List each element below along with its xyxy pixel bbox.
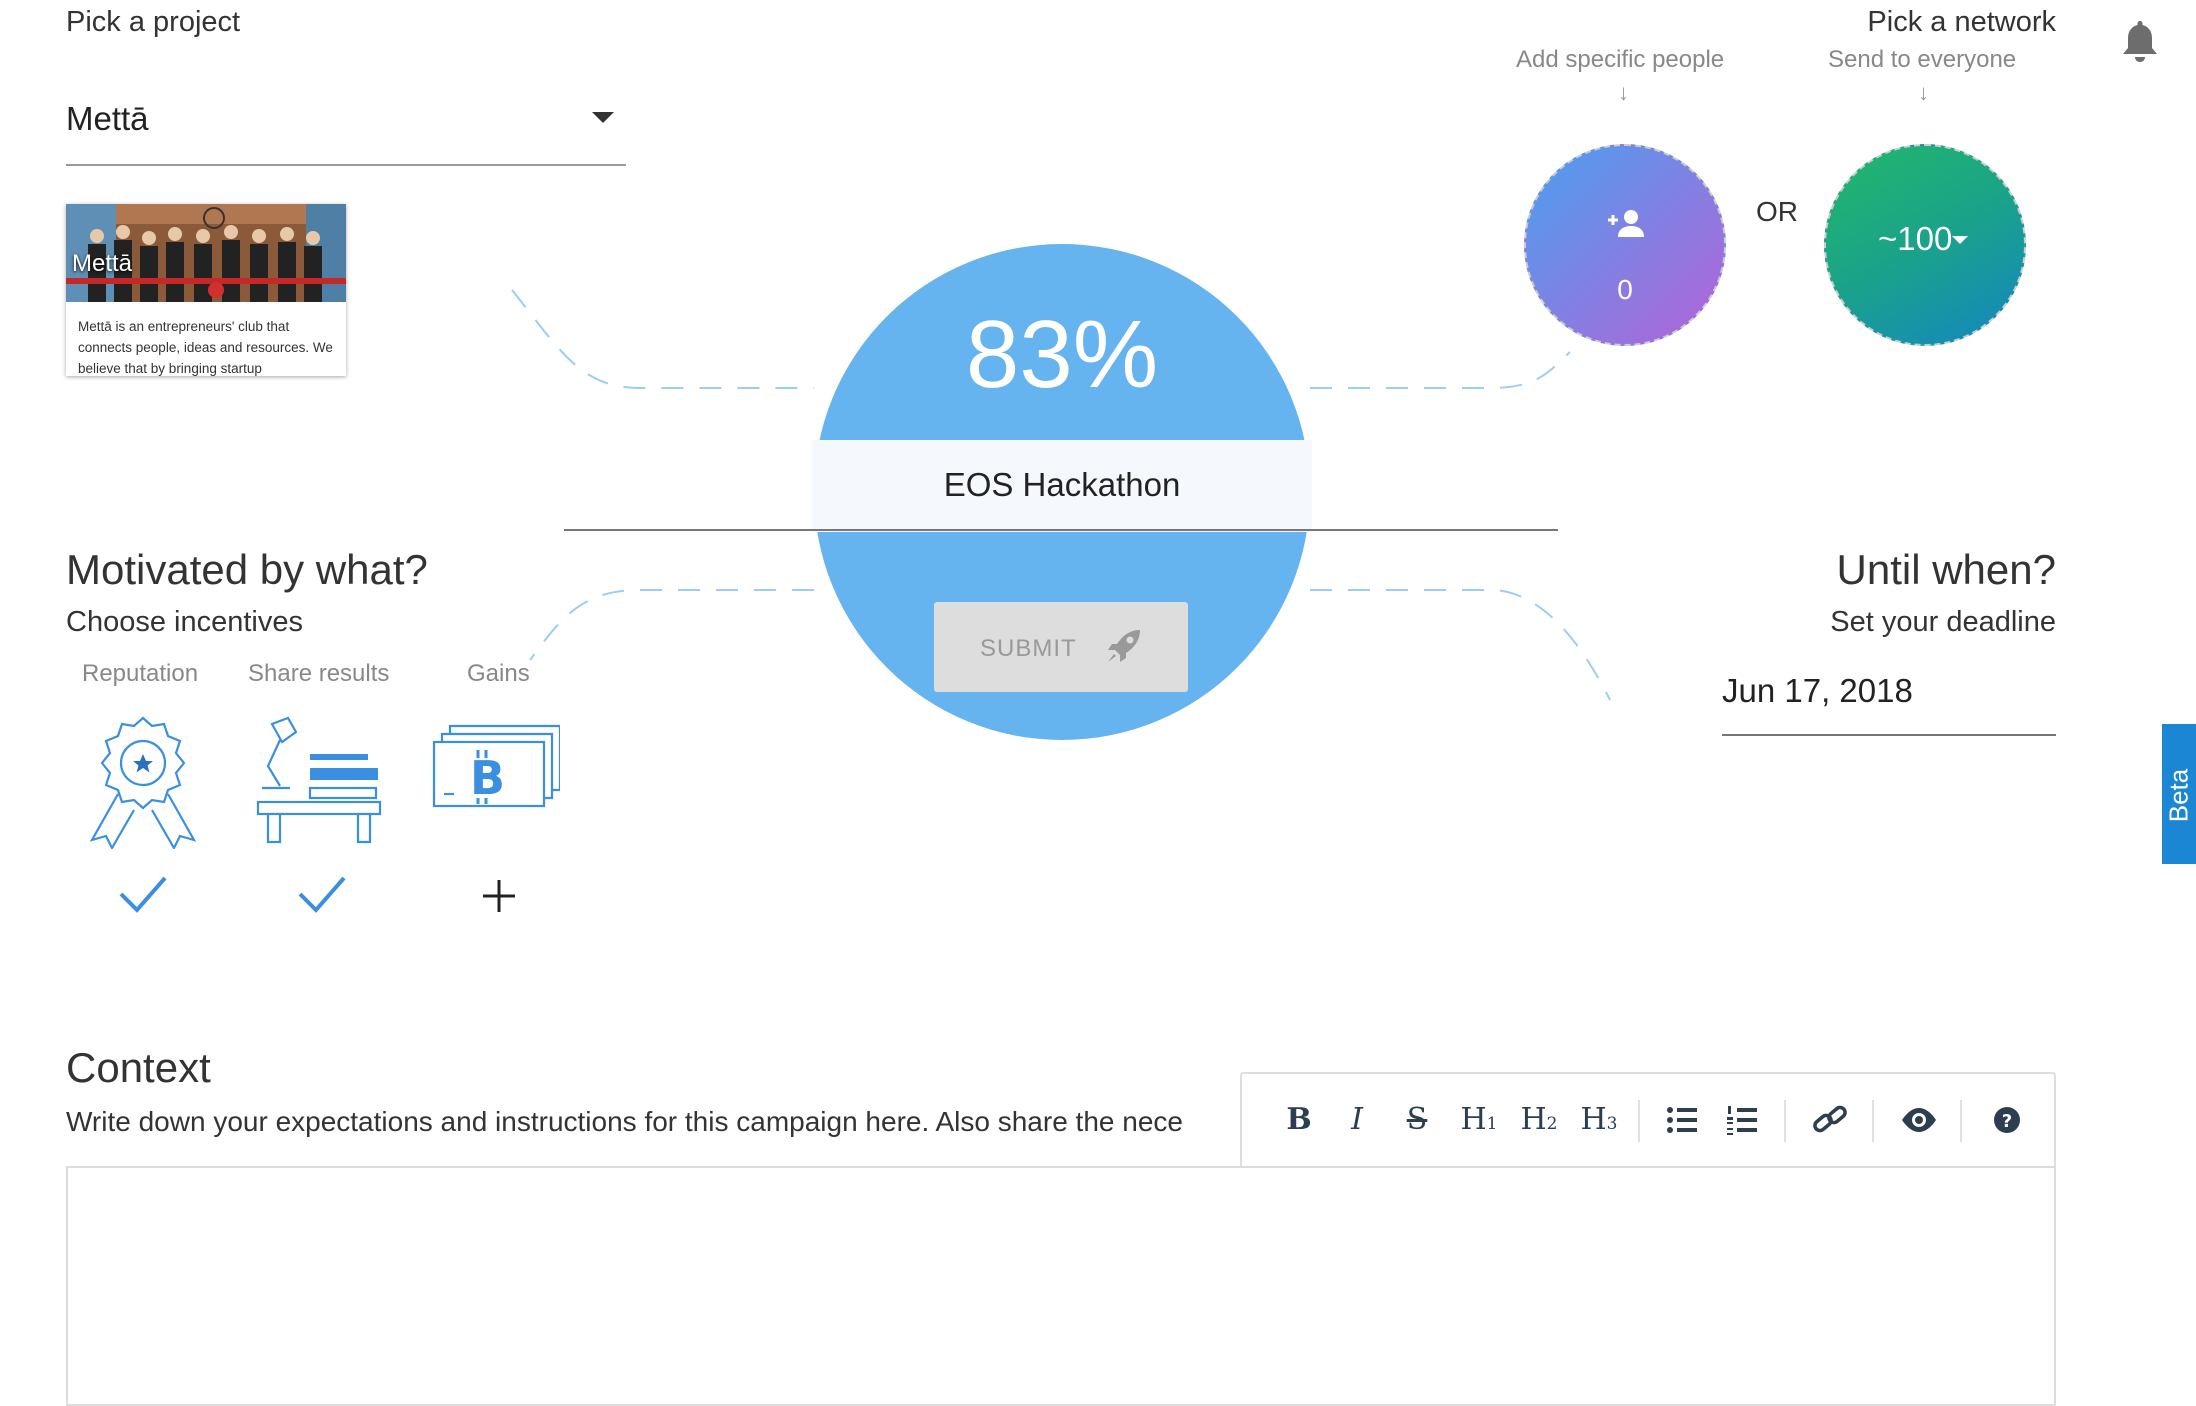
- add-people-button[interactable]: 0: [1524, 144, 1726, 346]
- deadline-heading: Until when?: [1836, 546, 2056, 593]
- dropdown-caret-icon[interactable]: [592, 112, 614, 123]
- send-everyone-label: Send to everyone: [1828, 46, 2017, 73]
- rocket-icon: [1108, 630, 1140, 662]
- check-icon: [298, 876, 346, 913]
- toolbar-divider: [1960, 1100, 1962, 1142]
- send-everyone-button[interactable]: ~100: [1824, 144, 2026, 346]
- project-card-title: Mettā: [72, 250, 133, 277]
- link-icon: [1813, 1105, 1847, 1133]
- submit-label: SUBMIT: [980, 635, 1077, 662]
- gains-add-toggle[interactable]: [470, 870, 530, 920]
- submit-button[interactable]: SUBMIT: [934, 602, 1188, 692]
- toolbar-divider: [1872, 1100, 1874, 1142]
- italic-button[interactable]: I: [1334, 1098, 1380, 1142]
- beta-label: Beta: [2163, 768, 2194, 823]
- bullet-list-button[interactable]: [1660, 1098, 1706, 1142]
- strikethrough-button[interactable]: S: [1394, 1098, 1440, 1142]
- network-size: ~100: [1878, 220, 1953, 257]
- add-person-icon: [1608, 210, 1644, 237]
- ribbon-medal-icon[interactable]: [78, 714, 208, 849]
- project-card[interactable]: Mettā Mettā is an entrepreneurs' club th…: [66, 204, 346, 376]
- bell-icon[interactable]: [2120, 18, 2160, 64]
- title-underline: [564, 529, 1558, 531]
- project-select[interactable]: Mettā: [66, 92, 626, 166]
- heading-2-label: H: [1520, 1102, 1547, 1137]
- caret-down-icon: [1952, 236, 1968, 244]
- deadline-date-input[interactable]: Jun 17, 2018: [1722, 668, 2056, 736]
- heading-3-button[interactable]: H3: [1572, 1098, 1626, 1142]
- incentive-label-reputation: Reputation: [82, 660, 199, 687]
- question-circle-icon: ?: [1994, 1107, 2020, 1133]
- preview-button[interactable]: [1896, 1098, 1942, 1142]
- connector-bottom-left: [529, 589, 814, 661]
- help-button[interactable]: ?: [1984, 1098, 2030, 1142]
- heading-2-sub: 2: [1546, 1114, 1558, 1134]
- connector-top-right: [1310, 351, 1571, 389]
- connector-bottom-right: [1310, 589, 1611, 701]
- bullet-list-icon: [1667, 1107, 1697, 1133]
- project-select-value: Mettā: [66, 100, 149, 137]
- context-description: Write down your expectations and instruc…: [66, 1106, 1183, 1137]
- numbered-list-icon: [1727, 1106, 1757, 1135]
- deadline-value: Jun 17, 2018: [1722, 672, 1913, 709]
- reputation-selected-check[interactable]: [113, 870, 173, 920]
- context-heading: Context: [66, 1044, 211, 1091]
- numbered-list-button[interactable]: [1720, 1098, 1766, 1142]
- beta-tab[interactable]: Beta: [2162, 724, 2196, 864]
- share-results-selected-check[interactable]: [292, 870, 352, 920]
- heading-1-label: H: [1460, 1102, 1487, 1137]
- plus-icon: [483, 880, 515, 912]
- heading-3-sub: 3: [1606, 1114, 1618, 1134]
- bitcoin-bills-icon[interactable]: B: [430, 714, 560, 849]
- context-editor[interactable]: [66, 1166, 2056, 1406]
- desk-lamp-icon[interactable]: [254, 714, 384, 849]
- heading-3-label: H: [1580, 1102, 1607, 1137]
- arrow-down-icon: ↓: [1918, 80, 1929, 105]
- toolbar-divider: [1784, 1100, 1786, 1142]
- connector-top-left: [511, 289, 814, 389]
- eye-icon: [1902, 1108, 1936, 1132]
- toolbar-divider: [1638, 1100, 1640, 1142]
- bold-button[interactable]: B: [1276, 1098, 1322, 1142]
- heading-1-sub: 1: [1486, 1114, 1498, 1134]
- incentive-label-gains: Gains: [467, 660, 530, 687]
- heading-1-button[interactable]: H1: [1452, 1098, 1506, 1142]
- arrow-down-icon: ↓: [1618, 80, 1629, 105]
- link-button[interactable]: [1808, 1098, 1854, 1142]
- campaign-title-input[interactable]: EOS Hackathon: [812, 466, 1312, 504]
- incentives-heading: Motivated by what?: [66, 546, 428, 593]
- pick-network-label: Pick a network: [1867, 6, 2056, 38]
- check-icon: [119, 876, 167, 913]
- or-label: OR: [1756, 196, 1798, 227]
- incentive-label-share-results: Share results: [248, 660, 390, 687]
- completion-percent: 83%: [965, 301, 1159, 408]
- pick-project-label: Pick a project: [66, 6, 241, 38]
- people-count: 0: [1617, 274, 1633, 305]
- project-card-description: Mettā is an entrepreneurs' club that con…: [78, 319, 333, 376]
- svg-text:B: B: [470, 751, 505, 805]
- add-people-label: Add specific people: [1516, 46, 1725, 73]
- heading-2-button[interactable]: H2: [1512, 1098, 1566, 1142]
- svg-text:?: ?: [2002, 1111, 2012, 1132]
- deadline-subheading: Set your deadline: [1830, 606, 2056, 638]
- incentives-subheading: Choose incentives: [66, 606, 303, 638]
- editor-toolbar: B I S H1 H2 H3 ?: [1240, 1072, 2056, 1168]
